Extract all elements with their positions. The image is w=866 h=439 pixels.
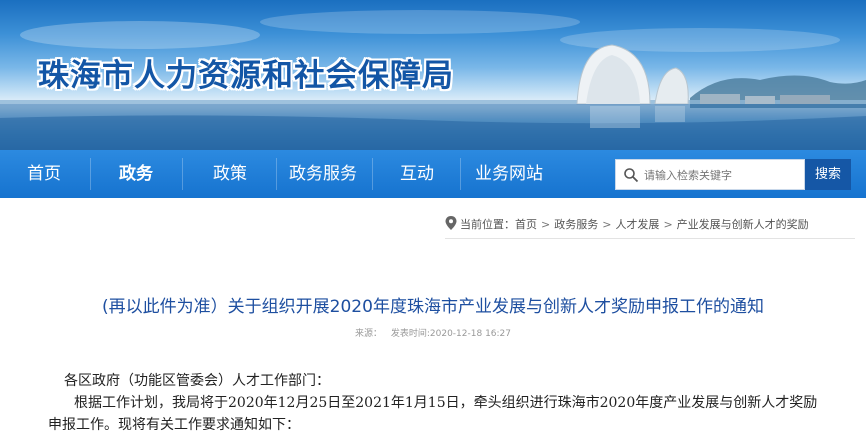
nav-item-government-services[interactable]: 政务服务	[284, 150, 362, 198]
breadcrumb-link-talent-award[interactable]: 产业发展与创新人才的奖励	[677, 218, 809, 231]
nav-divider	[276, 158, 277, 190]
search-box	[615, 159, 805, 190]
article-publish-date: 发表时间:2020-12-18 16:27	[390, 329, 512, 339]
breadcrumb-separator: >	[663, 218, 673, 231]
breadcrumb-link-government-services[interactable]: 政务服务	[554, 218, 598, 231]
nav-divider	[372, 158, 373, 190]
article-meta: 来源： 发表时间:2020-12-18 16:27	[0, 326, 866, 339]
nav-item-business-websites[interactable]: 业务网站	[468, 150, 550, 198]
nav-item-interaction[interactable]: 互动	[382, 150, 452, 198]
breadcrumb-separator: >	[541, 218, 551, 231]
breadcrumb-divider	[445, 238, 855, 239]
breadcrumb-link-talent-development[interactable]: 人才发展	[615, 218, 659, 231]
breadcrumb: 当前位置：首页 > 政务服务 > 人才发展 > 产业发展与创新人才的奖励	[445, 216, 809, 232]
breadcrumb-separator: >	[602, 218, 612, 231]
search-input[interactable]	[644, 164, 802, 186]
article-title: (再以此件为准）关于组织开展2020年度珠海市产业发展与创新人才奖励申报工作的通…	[102, 297, 764, 317]
header-banner: 珠海市人力资源和社会保障局	[0, 0, 866, 150]
nav-divider	[90, 158, 91, 190]
location-pin-icon	[445, 216, 457, 230]
nav-divider	[460, 158, 461, 190]
nav-item-policy[interactable]: 政策	[194, 150, 266, 198]
article-source: 来源：	[354, 329, 382, 339]
article-paragraph: 各区政府（功能区管委会）人才工作部门：	[64, 373, 330, 389]
article-paragraph: 根据工作计划，我局将于2020年12月25日至2021年1月15日，牵头组织进行…	[48, 395, 818, 433]
site-title: 珠海市人力资源和社会保障局	[38, 58, 454, 94]
article-body: 各区政府（功能区管委会）人才工作部门： 根据工作计划，我局将于2020年12月2…	[48, 370, 828, 436]
search-button[interactable]: 搜索	[805, 159, 851, 190]
nav-divider	[182, 158, 183, 190]
nav-item-home[interactable]: 首页	[8, 150, 80, 198]
breadcrumb-prefix: 当前位置：	[460, 218, 515, 231]
breadcrumb-link-home[interactable]: 首页	[515, 218, 537, 231]
search-icon	[624, 168, 639, 183]
nav-item-government-affairs[interactable]: 政务	[100, 150, 172, 198]
